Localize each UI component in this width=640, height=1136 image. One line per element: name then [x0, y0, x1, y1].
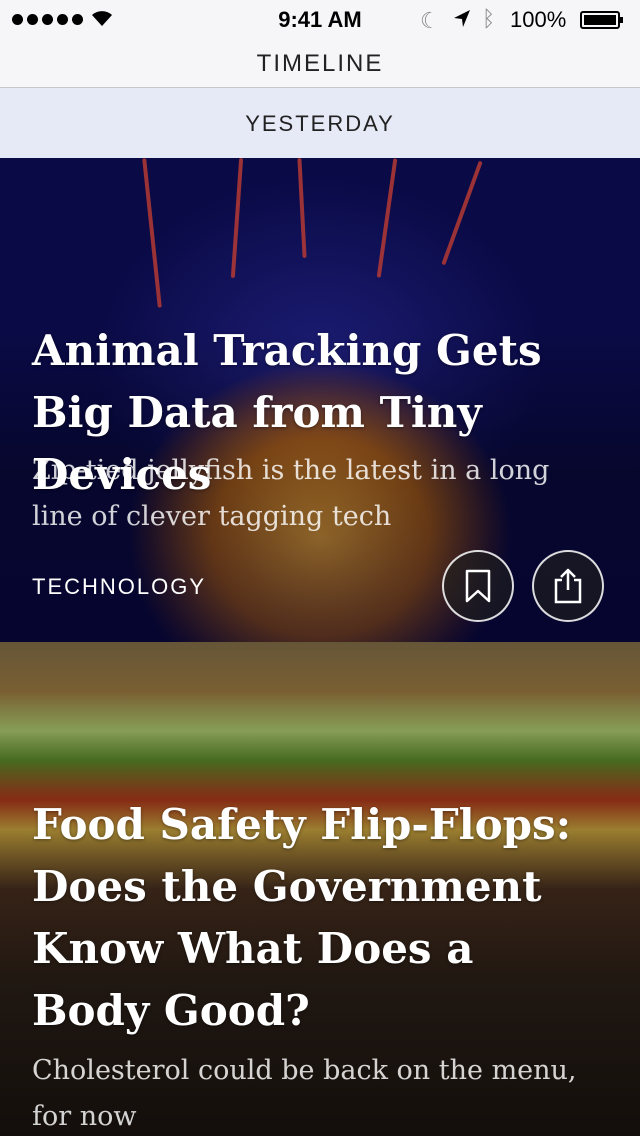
top-bar: 9:41 AM ☾ ᛒ 100% TIMELINE: [0, 0, 640, 88]
battery-icon: [580, 11, 623, 29]
status-bar: 9:41 AM ☾ ᛒ 100%: [0, 0, 640, 40]
share-icon: [554, 568, 582, 604]
article-title[interactable]: Food Safety Flip-Flops: Does the Governm…: [32, 794, 600, 1042]
section-header: YESTERDAY: [0, 88, 640, 158]
bookmark-button[interactable]: [442, 550, 514, 622]
location-arrow-icon: [454, 10, 470, 27]
bookmark-icon: [465, 569, 491, 603]
article-summary: Zip-tied jellyfish is the latest in a lo…: [32, 455, 550, 532]
article-summary: Cholesterol could be back on the menu, f…: [32, 1055, 577, 1132]
article-card[interactable]: Animal Tracking Gets Big Data from Tiny …: [0, 158, 640, 642]
share-button[interactable]: [532, 550, 604, 622]
article-category[interactable]: TECHNOLOGY: [32, 574, 206, 600]
battery-percentage: 100%: [510, 7, 567, 32]
bluetooth-icon: ᛒ: [482, 6, 496, 31]
article-card[interactable]: Food Safety Flip-Flops: Does the Governm…: [0, 642, 640, 1136]
moon-icon: ☾: [420, 8, 440, 33]
nav-title: TIMELINE: [256, 50, 384, 77]
